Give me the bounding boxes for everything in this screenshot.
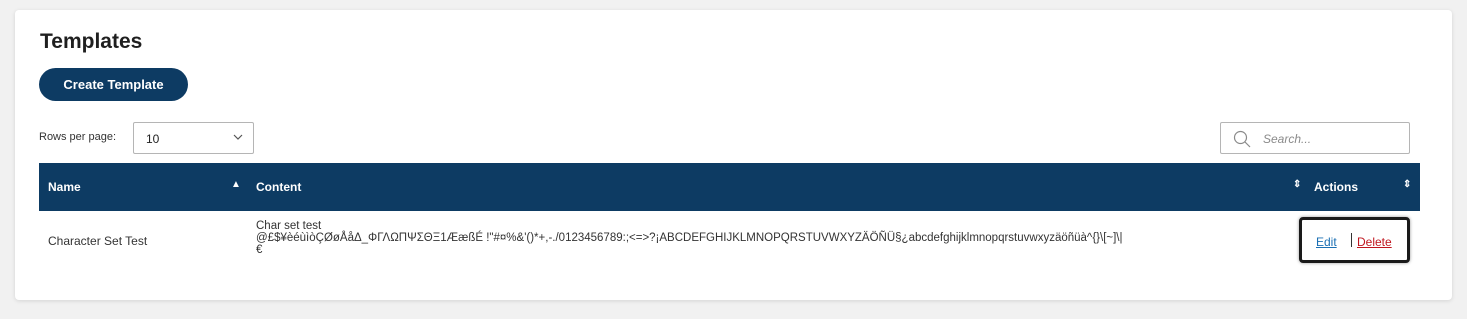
search-icon [1233,130,1251,148]
rows-per-page-label: Rows per page: [39,131,117,143]
chevron-down-icon [233,134,243,140]
delete-link[interactable]: Delete [1357,235,1392,249]
action-separator [1351,233,1352,247]
template-content: Char set test @£$¥èéùìòÇØøÅåΔ_ΦΓΛΩΠΨΣΘΞ1… [256,220,1123,256]
sort-ascending-icon[interactable]: ▲ [231,179,241,190]
rows-per-page-select[interactable]: 10 [133,122,254,154]
create-template-button[interactable]: Create Template [39,68,188,101]
search-input[interactable]: Search... [1263,132,1311,146]
sort-icon[interactable]: ⇕ [1293,179,1301,190]
table-header: Name ▲ Content ⇕ Actions ⇕ [39,163,1420,211]
template-name: Character Set Test [48,234,148,248]
column-header-content[interactable]: Content [256,180,301,194]
search-box[interactable]: Search... [1220,122,1410,154]
column-header-name[interactable]: Name [48,180,81,194]
page-title: Templates [40,30,143,53]
table-row: Character Set Test Char set test @£$¥èéù… [39,211,1420,271]
edit-link[interactable]: Edit [1316,235,1337,249]
rows-per-page-value: 10 [146,132,160,146]
sort-icon[interactable]: ⇕ [1403,179,1411,190]
column-header-actions[interactable]: Actions [1314,180,1358,194]
